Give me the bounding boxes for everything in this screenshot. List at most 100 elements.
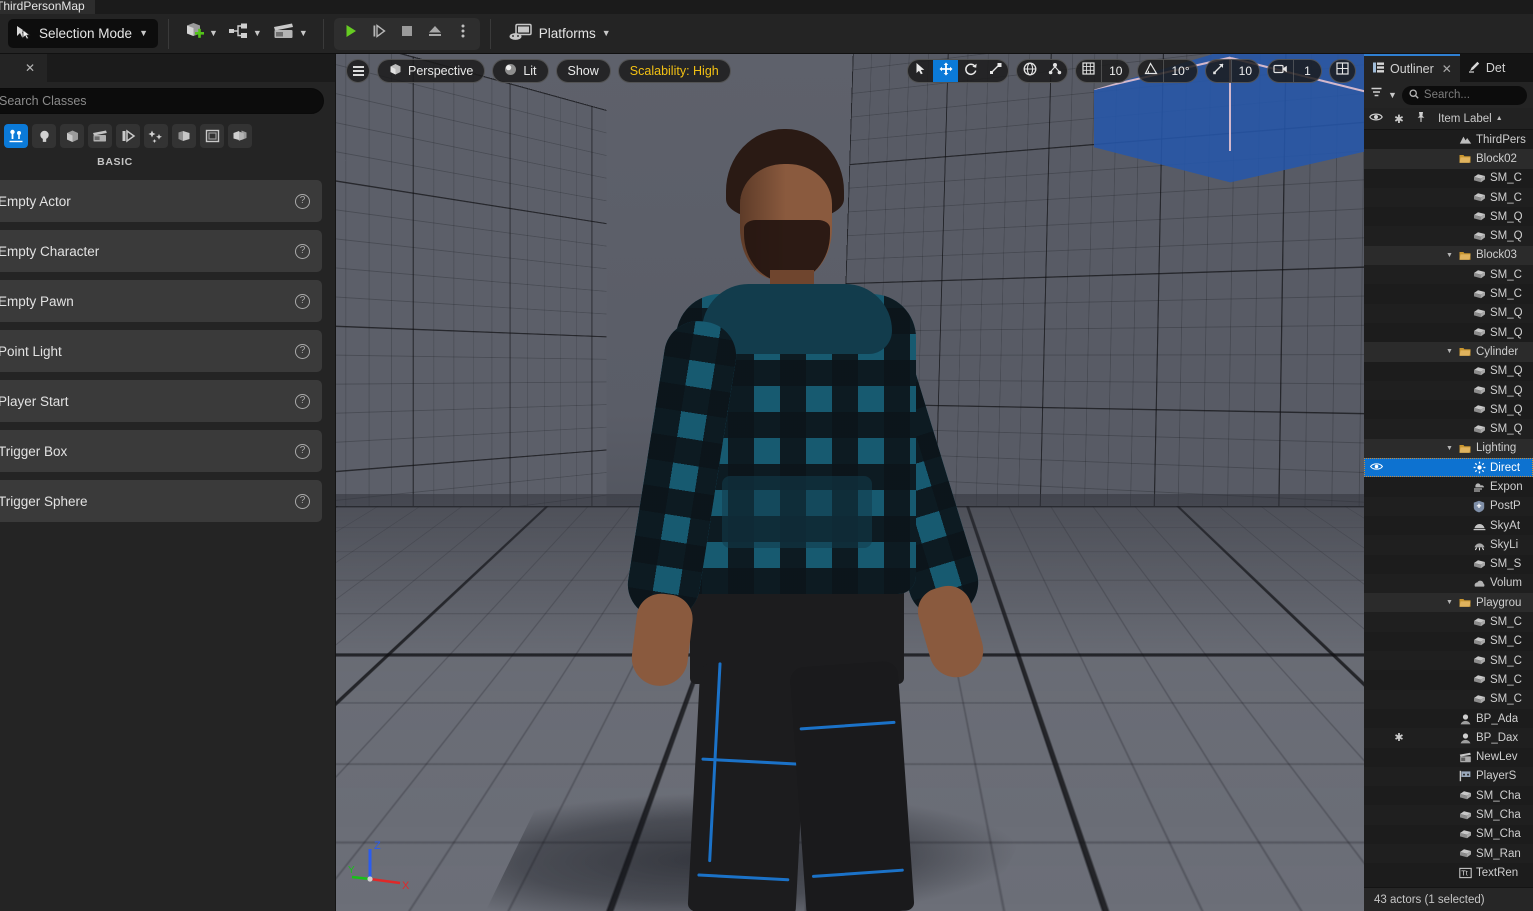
category-effects[interactable]	[144, 124, 168, 148]
play-options-button[interactable]	[450, 21, 476, 47]
column-visibility[interactable]	[1364, 112, 1388, 125]
outliner-row[interactable]: SM_Cha	[1364, 825, 1533, 844]
outliner-row[interactable]: Expon	[1364, 477, 1533, 496]
outliner-row[interactable]: SM_C	[1364, 651, 1533, 671]
category-volumes[interactable]	[200, 124, 224, 148]
row-star-toggle[interactable]: ✱	[1388, 731, 1410, 744]
outliner-row[interactable]: NewLev	[1364, 748, 1533, 767]
chevron-down-icon[interactable]: ▼	[1388, 90, 1397, 100]
viewport-layout-button[interactable]	[1330, 60, 1355, 82]
outliner-row-selected[interactable]: Direct	[1364, 458, 1533, 478]
grid-snap-value[interactable]: 10	[1101, 60, 1129, 82]
outliner-row[interactable]: ▼ Block03	[1364, 245, 1533, 266]
outliner-row[interactable]: SM_Ran	[1364, 843, 1533, 864]
outliner-row[interactable]: ▼ Lighting	[1364, 438, 1533, 459]
chevron-down-icon[interactable]: ▼	[1446, 445, 1457, 452]
outliner-row[interactable]: SM_C	[1364, 187, 1533, 208]
help-icon[interactable]: ?	[295, 293, 310, 309]
selection-mode-button[interactable]: Selection Mode ▼	[8, 19, 158, 48]
map-tab[interactable]: ThirdPersonMap	[0, 0, 95, 14]
place-actor-item[interactable]: Player Start?	[0, 380, 322, 422]
place-actor-item[interactable]: Point Light?	[0, 330, 322, 372]
viewport-menu-button[interactable]	[346, 59, 370, 83]
place-actor-item[interactable]: Empty Pawn?	[0, 280, 322, 322]
surface-snapping-button[interactable]	[1042, 60, 1067, 82]
place-actor-item[interactable]: Trigger Sphere?	[0, 480, 322, 522]
outliner-row[interactable]: SM_C	[1364, 284, 1533, 303]
view-type-button[interactable]: Perspective	[377, 59, 486, 83]
outliner-row[interactable]: SM_C	[1364, 670, 1533, 689]
move-tool-button[interactable]	[933, 60, 959, 82]
outliner-row[interactable]: SkyAt	[1364, 516, 1533, 535]
category-all[interactable]	[228, 124, 252, 148]
grid-snap-toggle[interactable]	[1076, 60, 1101, 82]
row-visibility-toggle[interactable]	[1364, 462, 1388, 474]
outliner-row[interactable]: Volum	[1364, 573, 1533, 594]
outliner-row[interactable]: SM_C	[1364, 632, 1533, 651]
outliner-row[interactable]: ▼ Playgrou	[1364, 593, 1533, 613]
column-star[interactable]: ✱	[1388, 112, 1410, 126]
help-icon[interactable]: ?	[295, 443, 310, 459]
column-pin[interactable]	[1410, 111, 1432, 126]
stop-button[interactable]	[394, 21, 420, 47]
outliner-row[interactable]: SM_Q	[1364, 362, 1533, 381]
outliner-row[interactable]: SM_Cha	[1364, 786, 1533, 805]
outliner-row[interactable]: SM_C	[1364, 612, 1533, 632]
outliner-row[interactable]: SM_Q	[1364, 226, 1533, 246]
create-actor-button[interactable]: ▼	[179, 17, 223, 50]
chevron-down-icon[interactable]: ▼	[1446, 348, 1457, 355]
outliner-row[interactable]: SM_C	[1364, 265, 1533, 285]
outliner-row[interactable]: SM_Cha	[1364, 805, 1533, 825]
place-actor-item[interactable]: Empty Actor?	[0, 180, 322, 222]
rotate-tool-button[interactable]	[958, 60, 983, 82]
place-actor-item[interactable]: Empty Character?	[0, 230, 322, 272]
chevron-down-icon[interactable]: ▼	[1446, 599, 1457, 606]
outliner-row[interactable]: ThirdPers	[1364, 130, 1533, 149]
place-actors-search-input[interactable]: Search Classes	[0, 88, 324, 114]
select-tool-button[interactable]	[908, 60, 933, 82]
cinematics-button[interactable]: ▼	[267, 17, 313, 50]
help-icon[interactable]: ?	[295, 243, 310, 259]
eject-button[interactable]	[422, 21, 448, 47]
camera-speed-toggle[interactable]	[1268, 60, 1293, 82]
close-icon[interactable]: ✕	[25, 61, 35, 75]
category-all-classes[interactable]	[4, 124, 28, 148]
outliner-row[interactable]: Block02	[1364, 149, 1533, 169]
coordinate-system-button[interactable]	[1017, 60, 1042, 82]
outliner-row[interactable]: SM_Q	[1364, 380, 1533, 401]
column-item-label[interactable]: Item Label ▲	[1432, 113, 1533, 125]
outliner-row[interactable]: SkyLi	[1364, 535, 1533, 555]
outliner-row[interactable]: SM_C	[1364, 689, 1533, 709]
step-forward-button[interactable]	[366, 21, 392, 47]
filter-icon[interactable]	[1370, 86, 1383, 104]
help-icon[interactable]: ?	[295, 393, 310, 409]
angle-snap-value[interactable]: 10°	[1163, 60, 1196, 82]
outliner-row[interactable]: SM_Q	[1364, 419, 1533, 439]
chevron-down-icon[interactable]: ▼	[1446, 252, 1457, 259]
camera-speed-value[interactable]: 1	[1293, 60, 1321, 82]
view-mode-button[interactable]: Lit	[492, 59, 549, 83]
scale-snap-toggle[interactable]	[1206, 60, 1231, 82]
outliner-search-input[interactable]: Search...	[1401, 85, 1527, 105]
scalability-button[interactable]: Scalability: High	[617, 59, 731, 83]
place-actors-tab[interactable]: ✕	[0, 54, 47, 82]
category-geometry[interactable]	[172, 124, 196, 148]
outliner-row[interactable]: SM_Q	[1364, 207, 1533, 226]
outliner-row[interactable]: Tt TextRen	[1364, 863, 1533, 882]
outliner-row[interactable]: SM_Q	[1364, 400, 1533, 419]
scale-tool-button[interactable]	[983, 60, 1008, 82]
close-icon[interactable]: ✕	[1442, 62, 1452, 76]
help-icon[interactable]: ?	[295, 343, 310, 359]
help-icon[interactable]: ?	[295, 493, 310, 509]
level-viewport[interactable]: Perspective Lit Show Scalability: High 1…	[336, 54, 1364, 911]
angle-snap-toggle[interactable]	[1138, 60, 1163, 82]
category-visual-effects[interactable]	[116, 124, 140, 148]
outliner-row[interactable]: PlayerS	[1364, 766, 1533, 787]
outliner-row[interactable]: SM_S	[1364, 555, 1533, 574]
show-flags-button[interactable]: Show	[555, 59, 611, 83]
tab-outliner[interactable]: Outliner ✕	[1364, 54, 1460, 82]
outliner-row[interactable]: PostP	[1364, 496, 1533, 516]
outliner-tree[interactable]: ThirdPers Block02 SM_C SM_C SM_Q SM_Q ▼ Block03…	[1364, 130, 1533, 887]
outliner-row[interactable]: SM_Q	[1364, 303, 1533, 323]
category-cinematic[interactable]	[88, 124, 112, 148]
